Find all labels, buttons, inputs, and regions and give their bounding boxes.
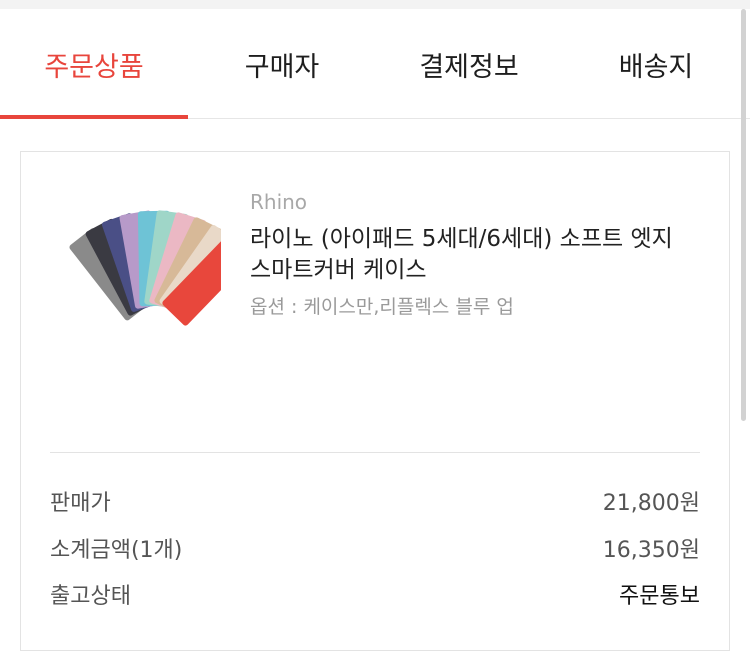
summary-label: 소계금액(1개): [50, 538, 183, 563]
tab-shipping-address[interactable]: 배송지: [562, 9, 750, 119]
tab-buyer[interactable]: 구매자: [188, 9, 376, 119]
summary-row-shipping-status: 출고상태 주문통보: [50, 576, 700, 612]
top-bar: [0, 0, 750, 9]
summary-value: 21,800원: [602, 491, 700, 516]
tab-label: 배송지: [618, 51, 694, 83]
tab-order-items[interactable]: 주문상품: [0, 9, 188, 119]
tab-label: 주문상품: [44, 51, 144, 83]
tab-payment-info[interactable]: 결제정보: [376, 9, 562, 119]
scrollbar[interactable]: [741, 9, 746, 421]
summary-row-subtotal: 소계금액(1개) 16,350원: [50, 530, 700, 566]
summary-row-sale-price: 판매가 21,800원: [50, 483, 700, 519]
status-value: 주문통보: [619, 584, 700, 609]
active-tab-indicator: [0, 115, 188, 119]
summary-label: 판매가: [50, 491, 111, 516]
summary-value: 16,350원: [602, 538, 700, 563]
product-thumbnail[interactable]: [61, 198, 221, 338]
order-tabs: 주문상품 구매자 결제정보 배송지: [0, 9, 750, 119]
divider: [50, 452, 700, 453]
product-name[interactable]: 라이노 (아이패드 5세대/6세대) 소프트 엣지 스마트커버 케이스: [250, 224, 690, 286]
tab-label: 결제정보: [419, 51, 519, 83]
product-brand: Rhino: [250, 190, 308, 214]
order-item-card: Rhino 라이노 (아이패드 5세대/6세대) 소프트 엣지 스마트커버 케이…: [20, 151, 730, 651]
summary-label: 출고상태: [50, 584, 131, 609]
product-option: 옵션 : 케이스만,리플렉스 블루 업: [250, 296, 514, 318]
tab-label: 구매자: [244, 51, 320, 83]
